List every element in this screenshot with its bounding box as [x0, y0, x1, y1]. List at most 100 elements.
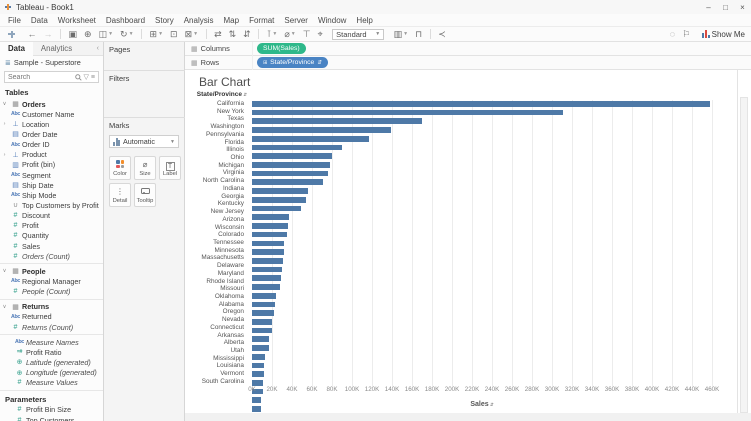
bar-mark[interactable]: [252, 109, 563, 116]
field-returned[interactable]: Abc Returned: [0, 312, 103, 322]
bar-mark[interactable]: [252, 205, 302, 212]
field-product[interactable]: › ⊥ Product: [0, 150, 103, 160]
bar-mark[interactable]: [252, 127, 391, 133]
row-field-header[interactable]: State/Province ⇵: [185, 91, 247, 98]
category-label[interactable]: California: [185, 100, 247, 108]
bar-mark[interactable]: [252, 327, 272, 334]
bar-mark[interactable]: [252, 231, 288, 238]
save-icon[interactable]: ▣: [65, 27, 81, 42]
bar-mark[interactable]: [252, 371, 264, 377]
redo-icon[interactable]: →: [40, 27, 56, 42]
category-label[interactable]: Florida: [185, 139, 247, 147]
bar-mark[interactable]: [252, 345, 269, 351]
marks-button-tooltip[interactable]: Tooltip: [134, 183, 156, 207]
filters-shelf[interactable]: Filters: [104, 71, 185, 118]
bar-mark[interactable]: [252, 170, 329, 177]
category-label[interactable]: Mississippi: [185, 355, 247, 363]
bar-mark[interactable]: [252, 240, 285, 247]
menu-data[interactable]: Data: [26, 14, 53, 27]
field-order-id[interactable]: Abc Order ID: [0, 140, 103, 150]
menu-story[interactable]: Story: [150, 14, 179, 27]
bar-mark[interactable]: [252, 214, 289, 221]
collapse-chevron-icon[interactable]: ∨: [0, 101, 9, 107]
share-icon[interactable]: ≺: [435, 27, 450, 42]
bar-mark[interactable]: [252, 380, 264, 386]
category-label[interactable]: Alberta: [185, 339, 247, 347]
add-data-icon[interactable]: ⊕: [81, 27, 96, 42]
menu-map[interactable]: Map: [219, 14, 245, 27]
category-label[interactable]: Wisconsin: [185, 224, 247, 232]
category-label[interactable]: Colorado: [185, 231, 247, 239]
field-orders[interactable]: ∨ ▦ Orders: [0, 99, 103, 109]
bar-mark[interactable]: [252, 257, 283, 264]
bar-mark[interactable]: [252, 362, 264, 369]
marks-button-label[interactable]: T Label: [159, 156, 181, 180]
category-label[interactable]: Missouri: [185, 285, 247, 293]
field-ship-date[interactable]: ▤ Ship Date: [0, 180, 103, 190]
pill-state-province[interactable]: ⊞ State/Province ⇵: [257, 57, 328, 68]
bar-mark[interactable]: [252, 249, 285, 255]
category-label[interactable]: Pennsylvania: [185, 131, 247, 139]
menu-analysis[interactable]: Analysis: [179, 14, 219, 27]
bar-mark[interactable]: [252, 223, 288, 229]
sheet-title[interactable]: Bar Chart: [199, 75, 250, 89]
collapse-chevron-icon[interactable]: ∨: [0, 304, 9, 310]
close-button[interactable]: ×: [734, 3, 751, 12]
expand-chevron-icon[interactable]: ›: [0, 152, 9, 158]
category-label[interactable]: Washington: [185, 123, 247, 131]
view-options-icon[interactable]: ≡: [91, 74, 95, 81]
category-label[interactable]: Maryland: [185, 270, 247, 278]
tab-analytics[interactable]: Analytics: [33, 42, 80, 56]
category-label[interactable]: Georgia: [185, 193, 247, 201]
mark-type-dropdown[interactable]: Automatic ▼: [109, 135, 179, 148]
menu-server[interactable]: Server: [279, 14, 313, 27]
maximize-button[interactable]: □: [717, 3, 734, 12]
show-cards-icon[interactable]: ▥ ▼: [390, 27, 411, 42]
category-label[interactable]: Arkansas: [185, 332, 247, 340]
vertical-scrollbar[interactable]: [740, 97, 748, 413]
field-orders-count[interactable]: # Orders (Count): [0, 251, 103, 261]
field-sales[interactable]: # Sales: [0, 241, 103, 251]
bar-mark[interactable]: [252, 153, 333, 159]
category-label[interactable]: Ohio: [185, 154, 247, 162]
category-label[interactable]: Illinois: [185, 146, 247, 154]
category-label[interactable]: Utah: [185, 347, 247, 355]
field-latitude-generated[interactable]: ⊕ Latitude (generated): [0, 357, 103, 367]
category-label[interactable]: Texas: [185, 115, 247, 123]
pages-shelf[interactable]: Pages: [104, 42, 185, 71]
fix-axes-icon[interactable]: ⌀ ▼: [281, 27, 299, 42]
marks-button-detail[interactable]: ⋮ Detail: [109, 183, 131, 207]
category-label[interactable]: New Jersey: [185, 208, 247, 216]
field-top-customers-by-profit[interactable]: ∪ Top Customers by Profit: [0, 200, 103, 210]
bar-mark[interactable]: [252, 292, 276, 299]
presentation-mode-icon[interactable]: ⊓: [412, 27, 426, 42]
category-label[interactable]: South Carolina: [185, 378, 247, 386]
drop-lines-icon[interactable]: ⌖: [314, 27, 326, 42]
expand-chevron-icon[interactable]: ›: [0, 121, 9, 127]
field-measure-names[interactable]: Abc Measure Names: [0, 337, 103, 347]
category-label[interactable]: Kentucky: [185, 200, 247, 208]
datasource-row[interactable]: ≣ Sample - Superstore: [0, 56, 103, 69]
category-label[interactable]: Oregon: [185, 308, 247, 316]
field-order-date[interactable]: ▤ Order Date: [0, 129, 103, 139]
menu-file[interactable]: File: [3, 14, 26, 27]
field-quantity[interactable]: # Quantity: [0, 231, 103, 241]
field-people[interactable]: ∨ ▦ People: [0, 266, 103, 276]
bar-mark[interactable]: [252, 318, 272, 325]
menu-dashboard[interactable]: Dashboard: [101, 14, 150, 27]
bar-mark[interactable]: [252, 301, 275, 308]
field-segment[interactable]: Abc Segment: [0, 170, 103, 180]
field-ship-mode[interactable]: Abc Ship Mode: [0, 190, 103, 200]
clear-sheet-icon[interactable]: ⊠ ▼: [181, 27, 202, 42]
swap-axes-icon[interactable]: ⇄: [211, 27, 226, 42]
bar-mark[interactable]: [252, 162, 331, 168]
sort-descending-icon[interactable]: ⇵: [240, 27, 255, 42]
category-label[interactable]: Oklahoma: [185, 293, 247, 301]
field-returns[interactable]: ∨ ▦ Returns: [0, 302, 103, 312]
minimize-button[interactable]: –: [700, 3, 717, 12]
field-profit-bin[interactable]: ▥ Profit (bin): [0, 160, 103, 170]
marks-button-size[interactable]: ⌀ Size: [134, 156, 156, 180]
field-measure-values[interactable]: # Measure Values: [0, 378, 103, 388]
field-discount[interactable]: # Discount: [0, 211, 103, 221]
text-table-icon[interactable]: ⊤: [299, 27, 314, 42]
